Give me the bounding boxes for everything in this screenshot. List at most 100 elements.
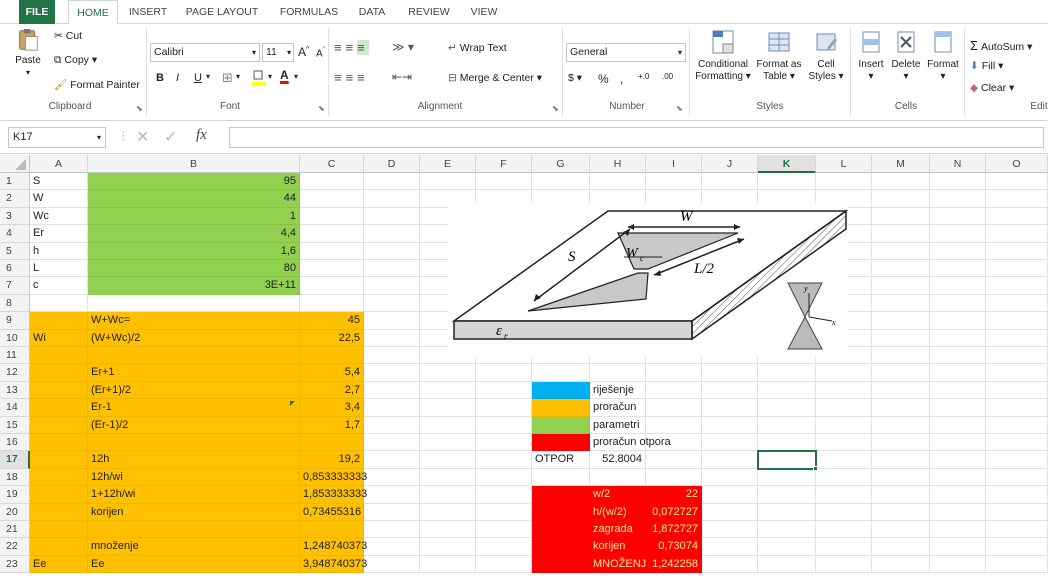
cell-c7[interactable] bbox=[300, 277, 364, 295]
cell-k19[interactable] bbox=[758, 486, 816, 504]
comma-button[interactable]: , bbox=[620, 72, 623, 86]
chevron-down-icon[interactable]: ▾ bbox=[206, 72, 210, 81]
cell-n1[interactable] bbox=[930, 173, 986, 191]
cell-j15[interactable] bbox=[702, 416, 758, 434]
name-box[interactable]: K17 ▾ bbox=[8, 127, 106, 148]
column-header-b[interactable]: B bbox=[88, 155, 300, 173]
cell-i21[interactable]: 1,872727 bbox=[646, 521, 702, 539]
cell-j20[interactable] bbox=[702, 503, 758, 521]
cell-j13[interactable] bbox=[702, 381, 758, 400]
cell-o22[interactable] bbox=[986, 538, 1048, 556]
cell-b1[interactable]: 95 bbox=[88, 173, 300, 191]
chevron-down-icon[interactable]: ▾ bbox=[236, 72, 240, 81]
cell-o4[interactable] bbox=[986, 225, 1048, 243]
cell-n8[interactable] bbox=[930, 294, 986, 313]
cell-d7[interactable] bbox=[364, 277, 420, 295]
cell-c11[interactable] bbox=[300, 347, 364, 365]
orientation-icon[interactable]: ≫ ▾ bbox=[392, 40, 414, 54]
cell-j19[interactable] bbox=[702, 486, 758, 504]
tab-data[interactable]: DATA bbox=[352, 0, 392, 24]
conditional-formatting-button[interactable]: Conditional Formatting ▾ bbox=[692, 28, 754, 83]
cell-b15[interactable]: (Er-1)/2 bbox=[88, 416, 300, 434]
cell-a1[interactable]: S bbox=[30, 173, 88, 191]
number-format-dropdown[interactable]: General ▾ bbox=[566, 43, 686, 62]
cancel-icon[interactable]: ✕ bbox=[136, 127, 149, 147]
row-header-17[interactable]: 17 bbox=[0, 451, 30, 469]
formula-input[interactable] bbox=[229, 127, 1044, 148]
cell-o1[interactable] bbox=[986, 173, 1048, 191]
column-header-o[interactable]: O bbox=[986, 155, 1048, 173]
cell-l15[interactable] bbox=[816, 416, 872, 434]
cell-d12[interactable] bbox=[364, 364, 420, 382]
merge-center-button[interactable]: ⊟ Merge & Center ▾ bbox=[448, 72, 542, 84]
column-header-a[interactable]: A bbox=[30, 155, 88, 173]
cell-m3[interactable] bbox=[872, 207, 930, 226]
cell-c14[interactable]: 3,4 bbox=[300, 399, 364, 417]
enter-icon[interactable]: ✓ bbox=[164, 127, 177, 147]
cell-f14[interactable] bbox=[476, 399, 532, 417]
cell-c15[interactable]: 1,7 bbox=[300, 416, 364, 434]
cell-m14[interactable] bbox=[872, 399, 930, 417]
cell-b17[interactable]: 12h bbox=[88, 451, 300, 469]
row-header-3[interactable]: 3 bbox=[0, 207, 30, 226]
row-header-7[interactable]: 7 bbox=[0, 277, 30, 295]
cell-g14[interactable] bbox=[532, 399, 590, 417]
cell-m1[interactable] bbox=[872, 173, 930, 191]
cell-h22[interactable]: korijen bbox=[590, 538, 646, 556]
cell-e12[interactable] bbox=[420, 364, 476, 382]
cell-n17[interactable] bbox=[930, 451, 986, 469]
cell-k20[interactable] bbox=[758, 503, 816, 521]
cell-m11[interactable] bbox=[872, 347, 930, 365]
delete-cells-button[interactable]: Delete ▾ bbox=[888, 28, 924, 83]
row-header-2[interactable]: 2 bbox=[0, 190, 30, 208]
cell-c19[interactable]: 1,853333333 bbox=[300, 486, 367, 504]
cell-f15[interactable] bbox=[476, 416, 532, 434]
cell-d19[interactable] bbox=[364, 486, 420, 504]
cell-b13[interactable]: (Er+1)/2 bbox=[88, 381, 300, 400]
font-launcher-icon[interactable]: ⬊ bbox=[318, 104, 325, 113]
cell-o2[interactable] bbox=[986, 190, 1048, 208]
column-header-g[interactable]: G bbox=[532, 155, 590, 173]
cell-i20[interactable]: 0,072727 bbox=[646, 503, 702, 521]
cell-h17[interactable]: 52,8004 bbox=[590, 451, 646, 469]
cell-n12[interactable] bbox=[930, 364, 986, 382]
cell-o5[interactable] bbox=[986, 242, 1048, 260]
cell-g13[interactable] bbox=[532, 381, 590, 400]
cell-b12[interactable]: Er+1 bbox=[88, 364, 300, 382]
cell-c4[interactable] bbox=[300, 225, 364, 243]
cell-b5[interactable]: 1,6 bbox=[88, 242, 300, 260]
cell-g18[interactable] bbox=[532, 468, 590, 487]
cell-o10[interactable] bbox=[986, 329, 1048, 347]
cell-m4[interactable] bbox=[872, 225, 930, 243]
cell-a16[interactable] bbox=[30, 434, 88, 452]
cell-a15[interactable] bbox=[30, 416, 88, 434]
cell-c10[interactable]: 22,5 bbox=[300, 329, 364, 347]
cell-d2[interactable] bbox=[364, 190, 420, 208]
tab-formulas[interactable]: FORMULAS bbox=[276, 0, 342, 24]
cell-c1[interactable] bbox=[300, 173, 364, 191]
row-header-12[interactable]: 12 bbox=[0, 364, 30, 382]
cell-o15[interactable] bbox=[986, 416, 1048, 434]
cell-n4[interactable] bbox=[930, 225, 986, 243]
cell-d9[interactable] bbox=[364, 312, 420, 330]
cell-m6[interactable] bbox=[872, 260, 930, 278]
chevron-down-icon[interactable]: ▾ bbox=[268, 72, 272, 81]
cell-c18[interactable]: 0,853333333 bbox=[300, 468, 367, 487]
cell-b20[interactable]: korijen bbox=[88, 503, 300, 521]
cell-f20[interactable] bbox=[476, 503, 532, 521]
cell-d20[interactable] bbox=[364, 503, 420, 521]
cell-d5[interactable] bbox=[364, 242, 420, 260]
cell-e19[interactable] bbox=[420, 486, 476, 504]
cell-g21[interactable] bbox=[532, 521, 590, 539]
cell-l17[interactable] bbox=[816, 451, 872, 469]
cell-f23[interactable] bbox=[476, 555, 532, 574]
cell-a13[interactable] bbox=[30, 381, 88, 400]
cell-b7[interactable]: 3E+11 bbox=[88, 277, 300, 295]
cell-l20[interactable] bbox=[816, 503, 872, 521]
cell-g23[interactable] bbox=[532, 555, 590, 574]
cell-d22[interactable] bbox=[364, 538, 420, 556]
cell-e20[interactable] bbox=[420, 503, 476, 521]
cell-a19[interactable] bbox=[30, 486, 88, 504]
tab-home[interactable]: HOME bbox=[68, 0, 118, 25]
cell-d14[interactable] bbox=[364, 399, 420, 417]
